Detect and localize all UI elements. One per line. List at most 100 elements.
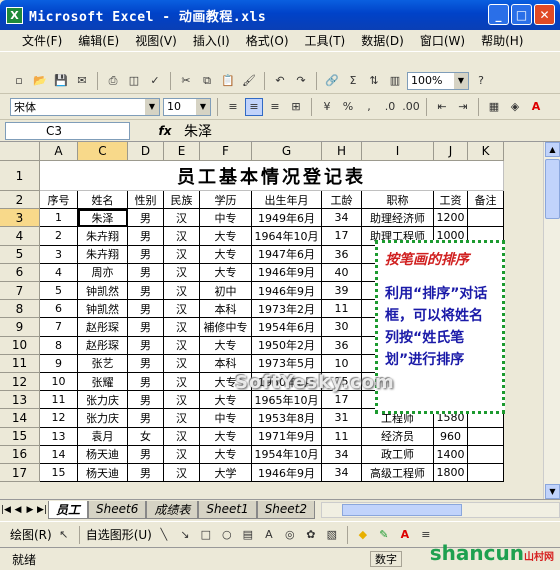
draw-menu[interactable]: 绘图(R) [10, 526, 52, 543]
tab-employees[interactable]: 员工 [48, 500, 89, 519]
align-left-icon[interactable]: ≡ [224, 98, 242, 116]
active-cell[interactable]: 朱泽 [78, 209, 128, 228]
last-sheet-icon[interactable]: ▶| [36, 505, 48, 515]
table-cell[interactable]: 7 [40, 318, 78, 337]
table-cell[interactable]: 男 [128, 227, 164, 246]
table-cell[interactable]: 高级工程师 [362, 464, 434, 483]
table-cell[interactable]: 1964年10月 [252, 227, 322, 246]
table-cell[interactable]: 1400 [434, 445, 468, 464]
table-cell[interactable]: 36 [322, 336, 362, 355]
chart-icon[interactable]: ▥ [386, 72, 404, 90]
print-icon[interactable]: ⎙ [104, 72, 122, 90]
row-header[interactable]: 10 [0, 336, 40, 355]
table-cell[interactable]: 男 [128, 409, 164, 428]
align-center-icon[interactable]: ≡ [245, 97, 263, 116]
open-icon[interactable]: 📂 [31, 72, 49, 90]
align-right-icon[interactable]: ≡ [266, 98, 284, 116]
comma-icon[interactable]: , [360, 98, 378, 116]
table-cell[interactable]: 3 [40, 245, 78, 264]
fill-bucket-icon[interactable]: ◆ [354, 526, 372, 544]
table-cell[interactable]: 補修中专 [200, 318, 252, 337]
spelling-icon[interactable]: ✓ [146, 72, 164, 90]
table-cell[interactable]: 1946年9月 [252, 263, 322, 282]
paste-icon[interactable]: 📋 [219, 72, 237, 90]
table-cell[interactable]: 张力庆 [78, 391, 128, 410]
column-header-h[interactable]: H [322, 142, 362, 161]
table-header-cell[interactable]: 民族 [164, 191, 200, 210]
table-cell[interactable]: 1953年8月 [252, 409, 322, 428]
column-header-e[interactable]: E [164, 142, 200, 161]
redo-icon[interactable]: ↷ [292, 72, 310, 90]
autosum-icon[interactable]: Σ [344, 72, 362, 90]
table-cell[interactable]: 1965年10月 [252, 391, 322, 410]
table-cell[interactable]: 15 [40, 464, 78, 483]
row-header[interactable]: 13 [0, 391, 40, 410]
table-cell[interactable]: 男 [128, 263, 164, 282]
table-cell[interactable]: 大专 [200, 445, 252, 464]
table-cell[interactable]: 汉 [164, 336, 200, 355]
column-header-f[interactable]: F [200, 142, 252, 161]
table-cell[interactable]: 中专 [200, 409, 252, 428]
currency-icon[interactable]: ¥ [318, 98, 336, 116]
row-header[interactable]: 6 [0, 263, 40, 282]
picture-icon[interactable]: ▧ [323, 526, 341, 544]
table-cell[interactable]: 12 [40, 409, 78, 428]
table-cell[interactable]: 40 [322, 263, 362, 282]
preview-icon[interactable]: ◫ [125, 72, 143, 90]
row-header[interactable]: 2 [0, 191, 40, 210]
horizontal-scrollbar[interactable] [321, 501, 560, 518]
table-header-cell[interactable]: 备注 [468, 191, 504, 210]
row-header[interactable]: 12 [0, 373, 40, 392]
table-cell[interactable] [468, 209, 504, 228]
help-icon[interactable]: ? [472, 72, 490, 90]
table-cell[interactable]: 13 [40, 427, 78, 446]
vertical-scrollbar[interactable]: ▲ ▼ [543, 142, 560, 499]
menu-edit[interactable]: 编辑(E) [70, 32, 127, 49]
menu-insert[interactable]: 插入(I) [185, 32, 238, 49]
table-header-cell[interactable]: 工资 [434, 191, 468, 210]
table-cell[interactable]: 张耀 [78, 373, 128, 392]
table-cell[interactable]: 34 [322, 209, 362, 228]
percent-icon[interactable]: % [339, 98, 357, 116]
zoom-select[interactable]: 100% ▼ [407, 71, 469, 90]
tab-scores[interactable]: 成绩表 [146, 500, 199, 519]
table-cell[interactable]: 汉 [164, 409, 200, 428]
prev-sheet-icon[interactable]: ◀ [12, 505, 24, 515]
line-color-icon[interactable]: ✎ [375, 526, 393, 544]
table-cell[interactable]: 17 [322, 227, 362, 246]
table-cell[interactable]: 汉 [164, 373, 200, 392]
table-cell[interactable]: 9 [40, 354, 78, 373]
row-header[interactable]: 7 [0, 282, 40, 301]
format-painter-icon[interactable]: 🖌 [240, 72, 258, 90]
scroll-thumb[interactable] [545, 159, 560, 219]
row-header[interactable]: 3 [0, 209, 40, 228]
line-icon[interactable]: ╲ [155, 526, 173, 544]
menu-window[interactable]: 窗口(W) [412, 32, 473, 49]
table-cell[interactable]: 30 [322, 318, 362, 337]
table-cell[interactable]: 汉 [164, 245, 200, 264]
table-cell[interactable]: 1973年5月 [252, 354, 322, 373]
table-cell[interactable]: 男 [128, 300, 164, 319]
table-cell[interactable]: 39 [322, 282, 362, 301]
row-header[interactable]: 9 [0, 318, 40, 337]
table-cell[interactable]: 周亦 [78, 263, 128, 282]
arrow-icon[interactable]: ↘ [176, 526, 194, 544]
font-color-icon[interactable]: A [527, 98, 545, 116]
clipart-icon[interactable]: ✿ [302, 526, 320, 544]
table-cell[interactable]: 大专 [200, 263, 252, 282]
table-cell[interactable]: 男 [128, 245, 164, 264]
table-cell[interactable]: 赵彤琛 [78, 318, 128, 337]
table-header-cell[interactable]: 职称 [362, 191, 434, 210]
table-cell[interactable]: 8 [40, 336, 78, 355]
column-header-j[interactable]: J [434, 142, 468, 161]
column-header-d[interactable]: D [128, 142, 164, 161]
menu-help[interactable]: 帮助(H) [473, 32, 531, 49]
table-cell[interactable]: 11 [322, 427, 362, 446]
menu-file[interactable]: 文件(F) [14, 32, 70, 49]
table-cell[interactable] [468, 464, 504, 483]
table-cell[interactable] [468, 445, 504, 464]
table-cell[interactable]: 男 [128, 445, 164, 464]
font-size-select[interactable]: 10 ▼ [163, 97, 211, 116]
table-cell[interactable]: 10 [40, 373, 78, 392]
table-cell[interactable]: 14 [40, 445, 78, 464]
